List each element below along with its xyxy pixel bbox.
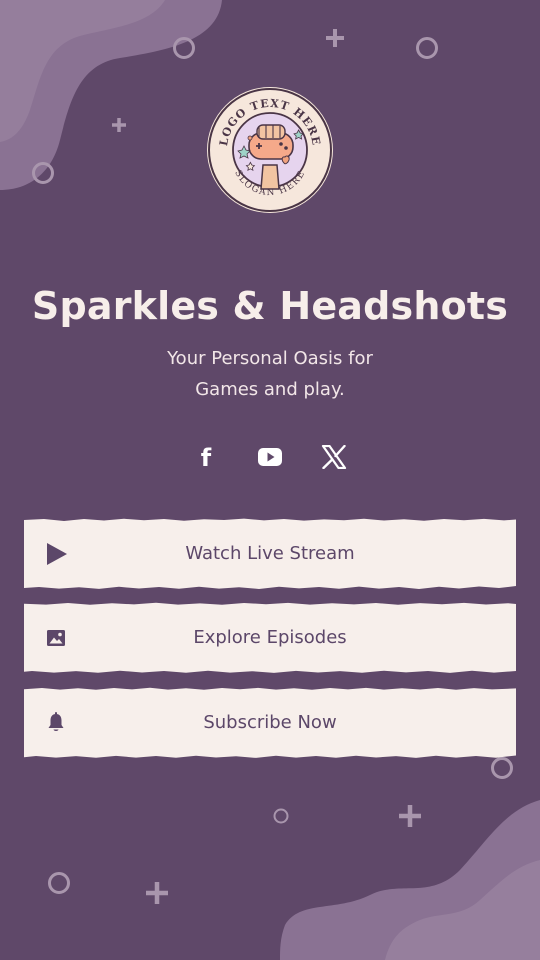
youtube-link[interactable] — [251, 438, 289, 476]
page-title: Sparkles & Headshots — [31, 284, 509, 328]
facebook-link[interactable]: f — [187, 438, 225, 476]
decorative-circle-icon — [173, 37, 195, 59]
decorative-circle-icon — [48, 872, 70, 894]
decorative-plus-icon — [112, 118, 126, 132]
x-twitter-link[interactable] — [315, 438, 353, 476]
decorative-circle-icon — [273, 808, 289, 824]
button-label: Explore Episodes — [193, 627, 347, 648]
button-label: Watch Live Stream — [185, 543, 355, 564]
decorative-plus-icon — [399, 805, 421, 827]
explore-episodes-button[interactable]: Explore Episodes — [24, 602, 516, 674]
facebook-glyph: f — [201, 444, 212, 470]
watch-live-stream-button[interactable]: Watch Live Stream — [24, 518, 516, 590]
link-in-bio-page: LOGO TEXT HERE SLOGAN HERE Sparkles & He… — [0, 0, 540, 960]
decorative-circle-icon — [416, 37, 438, 59]
facebook-icon: f — [201, 444, 212, 470]
subtitle-line: Games and play. — [195, 379, 345, 400]
decorative-circle-icon — [32, 162, 54, 184]
youtube-icon — [258, 448, 282, 466]
brand-logo: LOGO TEXT HERE SLOGAN HERE — [207, 87, 333, 213]
decorative-plus-icon — [146, 882, 168, 904]
decorative-circle-icon — [491, 757, 513, 779]
x-twitter-icon — [321, 445, 347, 469]
page-subtitle: Your Personal Oasis for Games and play. — [0, 343, 540, 405]
decorative-plus-icon — [326, 29, 344, 47]
subscribe-now-button[interactable]: Subscribe Now — [24, 687, 516, 759]
button-label: Subscribe Now — [203, 712, 337, 733]
subtitle-line: Your Personal Oasis for — [167, 348, 373, 369]
